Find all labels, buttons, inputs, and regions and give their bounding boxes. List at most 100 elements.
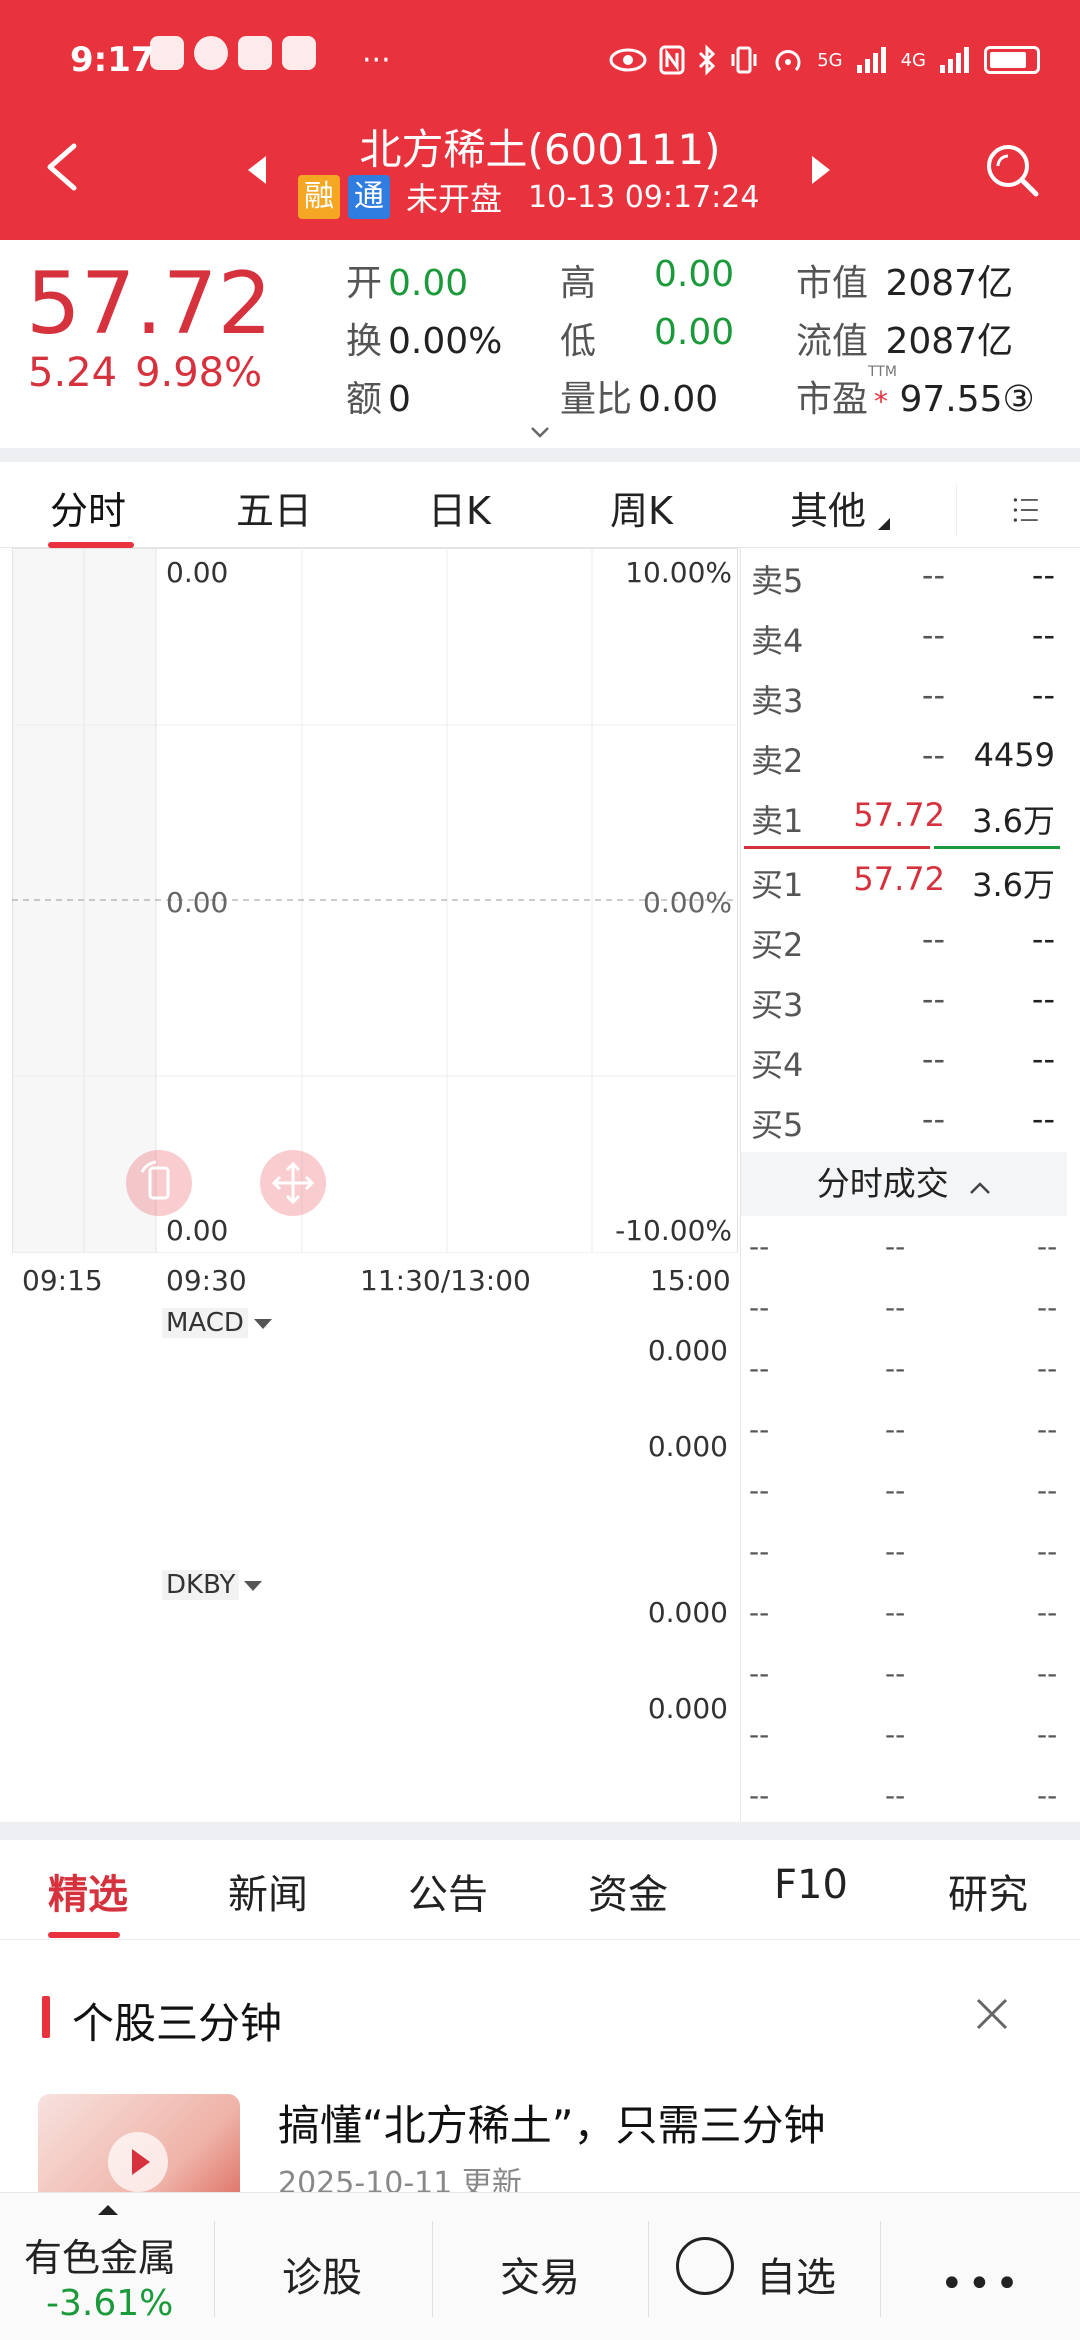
quote-open: 开 0.00: [346, 263, 469, 304]
trade-time: --: [749, 1535, 770, 1568]
move-icon: [271, 1161, 315, 1205]
tab-intraday[interactable]: 分时: [50, 480, 126, 535]
tab-other-dropdown-icon: [878, 518, 890, 530]
trade-time: --: [749, 1474, 770, 1507]
buy-level-5: 买5 -- --: [751, 1100, 1055, 1144]
next-stock-button[interactable]: [812, 156, 830, 184]
more-notifications-icon: ···: [362, 42, 391, 78]
notification-app-icon: [238, 36, 272, 70]
dkby-value-2: 0.000: [647, 1692, 728, 1725]
status-app-icons: [150, 36, 360, 70]
dkby-value-1: 0.000: [647, 1596, 728, 1629]
quote-pe-ratio[interactable]: 市盈 TTM * 97.55③: [796, 364, 1035, 422]
indicator-dkby-label[interactable]: DKBY: [162, 1570, 240, 1600]
quote-low: 低 0.00: [560, 312, 735, 362]
status-bar: 9:17 ··· 5G 4G: [0, 30, 1080, 90]
trade-time: --: [749, 1291, 770, 1324]
bottom-bar: 有色金属 -3.61% 诊股 交易 自选 •••: [0, 2192, 1080, 2340]
right-axis-bottom: -10.00%: [615, 1214, 732, 1247]
list-settings-icon[interactable]: [956, 484, 1040, 536]
news-tabs: 精选 新闻 公告 资金 F10 研究: [0, 1840, 1080, 1940]
section-divider: [0, 1822, 1080, 1840]
notification-app-icon: [282, 36, 316, 70]
trade-price: --: [885, 1352, 906, 1385]
buy-level-4: 买4 -- --: [751, 1040, 1055, 1084]
margin-badge: 融: [298, 175, 340, 219]
sector-name[interactable]: 有色金属: [24, 2227, 176, 2282]
search-icon[interactable]: [982, 140, 1042, 200]
close-icon[interactable]: [974, 1996, 1010, 2032]
eye-icon: [609, 48, 647, 72]
status-time: 9:17: [70, 40, 155, 80]
chevron-down-icon[interactable]: [530, 422, 550, 442]
tab-announcements[interactable]: 公告: [408, 1862, 488, 1920]
time-label-0915: 09:15: [22, 1264, 103, 1297]
back-arrow-icon[interactable]: [40, 140, 84, 194]
price-change: 5.24 9.98%: [28, 350, 280, 396]
time-label-1500: 15:00: [650, 1264, 731, 1297]
video-title[interactable]: 搞懂“北方稀土”，只需三分钟: [278, 2092, 826, 2153]
section-title: 个股三分钟: [72, 1999, 283, 2048]
change-amount: 5.24: [28, 350, 118, 396]
chevron-up-icon: [98, 2205, 118, 2215]
current-price: 57.72: [26, 254, 273, 354]
tab-daily-k[interactable]: 日K: [428, 480, 491, 535]
indicator-macd-label[interactable]: MACD: [162, 1308, 248, 1338]
trade-time: --: [749, 1230, 770, 1263]
trade-volume: --: [1037, 1352, 1058, 1385]
diagnose-button[interactable]: 诊股: [282, 2245, 362, 2303]
play-icon: [108, 2132, 168, 2192]
quote-volume-ratio: 量比 0.00: [560, 379, 719, 420]
watchlist-button[interactable]: 自选: [756, 2245, 836, 2303]
trade-row: -- -- --: [741, 1279, 1067, 1339]
status-right: 5G 4G: [609, 44, 1040, 76]
chevron-up-icon: [970, 1182, 991, 1194]
tab-other[interactable]: 其他: [790, 480, 866, 535]
stock-title: 北方稀土(600111): [359, 125, 721, 174]
trade-price: --: [885, 1230, 906, 1263]
trade-time: --: [749, 1779, 770, 1812]
section-divider: [0, 448, 1080, 462]
trade-volume: --: [1037, 1779, 1058, 1812]
trade-volume: --: [1037, 1535, 1058, 1568]
signal-5g-label: 5G: [817, 49, 843, 71]
dkby-dropdown-icon: [244, 1581, 262, 1591]
nfc-icon: [659, 45, 685, 75]
intraday-trades-toggle[interactable]: 分时成交: [741, 1152, 1067, 1216]
more-options-icon[interactable]: •••: [940, 2261, 1023, 2307]
trade-volume: --: [1037, 1596, 1058, 1629]
tab-five-day[interactable]: 五日: [236, 480, 312, 535]
tab-news[interactable]: 新闻: [228, 1862, 308, 1920]
move-chart-button[interactable]: [260, 1150, 326, 1216]
sell-level-5: 卖5 -- --: [751, 556, 1055, 600]
trade-volume: --: [1037, 1718, 1058, 1751]
tab-featured[interactable]: 精选: [48, 1862, 128, 1920]
tab-funds[interactable]: 资金: [588, 1862, 668, 1920]
trade-row: -- -- --: [741, 1767, 1067, 1827]
wechat-icon: [194, 36, 228, 70]
trade-row: -- -- --: [741, 1706, 1067, 1766]
buy-level-3: 买3 -- --: [751, 980, 1055, 1024]
rotate-screen-button[interactable]: [126, 1150, 192, 1216]
trade-price: --: [885, 1596, 906, 1629]
trade-volume: --: [1037, 1657, 1058, 1690]
buy-level-1: 买1 57.72 3.6万: [751, 860, 1055, 904]
vibrate-icon: [731, 46, 757, 74]
tab-research[interactable]: 研究: [948, 1862, 1028, 1920]
trade-button[interactable]: 交易: [500, 2245, 580, 2303]
trade-price: --: [885, 1718, 906, 1751]
intraday-chart[interactable]: 0.00 0.00 0.00 10.00% 0.00% -10.00%: [12, 548, 738, 1253]
time-label-0930: 09:30: [166, 1264, 247, 1297]
quote-high: 高 0.00: [560, 254, 735, 304]
trade-row: -- -- --: [741, 1401, 1067, 1461]
tab-weekly-k[interactable]: 周K: [610, 480, 673, 535]
tab-f10[interactable]: F10: [774, 1862, 848, 1908]
trade-volume: --: [1037, 1230, 1058, 1263]
time-label-midday: 11:30/13:00: [360, 1264, 531, 1297]
bottom-divider: [214, 2221, 215, 2317]
connect-badge: 通: [348, 175, 390, 219]
previous-stock-button[interactable]: [248, 156, 266, 184]
trade-price: --: [885, 1657, 906, 1690]
market-status: 未开盘: [406, 180, 503, 218]
watchlist-icon[interactable]: [676, 2237, 734, 2295]
